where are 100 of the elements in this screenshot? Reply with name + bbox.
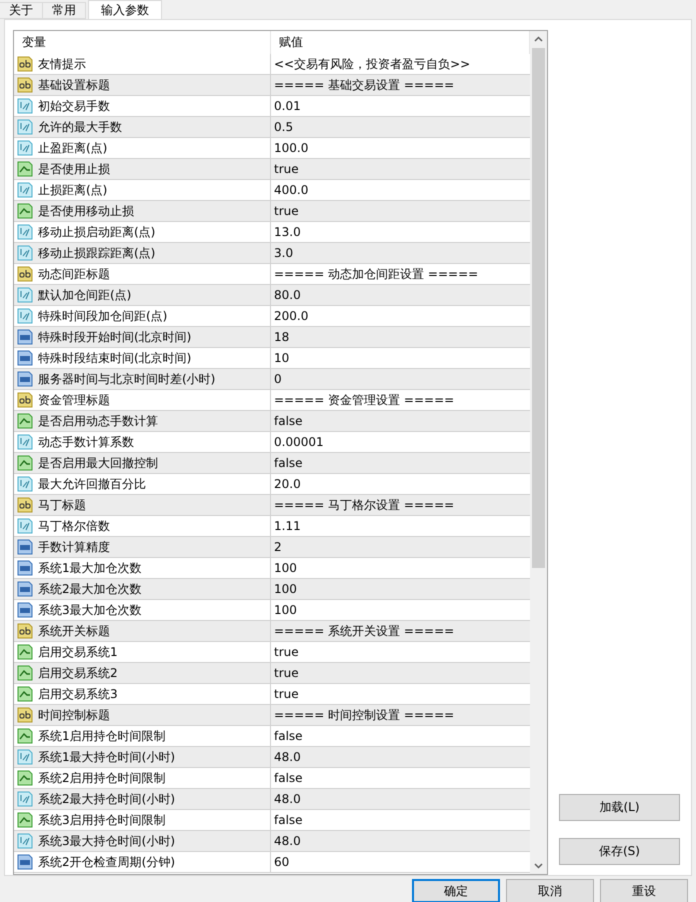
value-cell[interactable]: ===== 资金管理设置 ===== (271, 390, 530, 410)
value-cell[interactable]: 100 (271, 579, 530, 599)
table-row[interactable]: 是否使用移动止损 true (14, 201, 530, 222)
fraction-type-icon (17, 140, 33, 156)
table-row[interactable]: 默认加仓间距(点) 80.0 (14, 285, 530, 306)
table-row[interactable]: 系统3最大持仓时间(小时) 48.0 (14, 831, 530, 852)
table-row[interactable]: 基础设置标题 ===== 基础交易设置 ===== (14, 75, 530, 96)
value-cell[interactable]: 18 (271, 327, 530, 347)
value-cell[interactable]: 48.0 (271, 789, 530, 809)
value-cell[interactable]: false (271, 810, 530, 830)
scrollbar[interactable] (530, 31, 547, 874)
table-row[interactable]: 移动止损跟踪距离(点) 3.0 (14, 243, 530, 264)
value-cell[interactable]: 100 (271, 558, 530, 578)
table-row[interactable]: 动态手数计算系数 0.00001 (14, 432, 530, 453)
table-row[interactable]: 马丁格尔倍数 1.11 (14, 516, 530, 537)
table-row[interactable]: 系统2启用持仓时间限制 false (14, 768, 530, 789)
table-row[interactable]: 时间控制标题 ===== 时间控制设置 ===== (14, 705, 530, 726)
value-cell[interactable]: false (271, 726, 530, 746)
table-row[interactable]: 系统2最大加仓次数 100 (14, 579, 530, 600)
value-cell[interactable]: false (271, 453, 530, 473)
value-cell[interactable]: 0.00001 (271, 432, 530, 452)
table-row[interactable]: 允许的最大手数 0.5 (14, 117, 530, 138)
fraction-type-icon (17, 98, 33, 114)
value-cell[interactable]: ===== 动态加仓间距设置 ===== (271, 264, 530, 284)
toggle-type-icon (17, 812, 33, 828)
table-row[interactable]: 系统2最大持仓时间(小时) 48.0 (14, 789, 530, 810)
table-row[interactable]: 移动止损启动距离(点) 13.0 (14, 222, 530, 243)
variable-name: 移动止损跟踪距离(点) (38, 244, 156, 262)
value-cell[interactable]: 0.5 (271, 117, 530, 137)
value-cell[interactable]: 10 (271, 348, 530, 368)
value-cell[interactable]: <<交易有风险，投资者盈亏自负>> (271, 54, 530, 74)
value-cell[interactable]: 0.01 (271, 96, 530, 116)
value-cell[interactable]: true (271, 663, 530, 683)
table-row[interactable]: 系统1启用持仓时间限制 false (14, 726, 530, 747)
table-row[interactable]: 是否启用动态手数计算 false (14, 411, 530, 432)
table-row[interactable]: 服务器时间与北京时间时差(小时) 0 (14, 369, 530, 390)
table-row[interactable]: 启用交易系统2 true (14, 663, 530, 684)
dialog-button[interactable]: 确定 (412, 879, 500, 902)
value-cell[interactable]: 1.11 (271, 516, 530, 536)
tab[interactable]: 常用 (42, 2, 86, 19)
variable-name: 动态间距标题 (38, 266, 110, 282)
value-cell[interactable]: 80.0 (271, 285, 530, 305)
table-row[interactable]: 启用交易系统1 true (14, 642, 530, 663)
value-cell[interactable]: ===== 系统开关设置 ===== (271, 621, 530, 641)
value-cell[interactable]: 20.0 (271, 474, 530, 494)
value-cell[interactable]: true (271, 201, 530, 221)
value-cell[interactable]: 0 (271, 369, 530, 389)
value-cell[interactable]: false (271, 768, 530, 788)
side-button[interactable]: 保存(S) (559, 838, 680, 865)
table-row[interactable]: 系统2开仓检查周期(分钟) 60 (14, 852, 530, 873)
table-row[interactable]: 手数计算精度 2 (14, 537, 530, 558)
value-cell[interactable]: 48.0 (271, 831, 530, 851)
value-cell[interactable]: 200.0 (271, 306, 530, 326)
table-row[interactable]: 初始交易手数 0.01 (14, 96, 530, 117)
variable-name: 系统3启用持仓时间限制 (38, 812, 166, 828)
value-cell[interactable]: 2 (271, 537, 530, 557)
value-cell[interactable]: 100.0 (271, 138, 530, 158)
table-row[interactable]: 资金管理标题 ===== 资金管理设置 ===== (14, 390, 530, 411)
value-cell[interactable]: 13.0 (271, 222, 530, 242)
dialog-button[interactable]: 取消 (506, 879, 594, 902)
value-cell[interactable]: 48.0 (271, 747, 530, 767)
value-cell[interactable]: 400.0 (271, 180, 530, 200)
table-row[interactable]: 是否使用止损 true (14, 159, 530, 180)
scroll-thumb[interactable] (532, 48, 545, 568)
table-row[interactable]: 特殊时段开始时间(北京时间) 18 (14, 327, 530, 348)
toggle-type-icon (17, 413, 33, 429)
value-cell[interactable]: ===== 时间控制设置 ===== (271, 705, 530, 725)
value-cell[interactable]: false (271, 411, 530, 431)
table-row[interactable]: 系统3最大加仓次数 100 (14, 600, 530, 621)
table-row[interactable]: 系统开关标题 ===== 系统开关设置 ===== (14, 621, 530, 642)
value-cell[interactable]: ===== 基础交易设置 ===== (271, 75, 530, 95)
table-row[interactable]: 止损距离(点) 400.0 (14, 180, 530, 201)
value-cell[interactable]: true (271, 684, 530, 704)
table-row[interactable]: 系统1最大持仓时间(小时) 48.0 (14, 747, 530, 768)
value-cell[interactable]: true (271, 159, 530, 179)
tab[interactable]: 关于 (0, 2, 43, 19)
value-cell[interactable]: true (271, 642, 530, 662)
value-cell[interactable]: 60 (271, 852, 530, 872)
table-row[interactable]: 最大允许回撤百分比 20.0 (14, 474, 530, 495)
table-row[interactable]: 是否启用最大回撤控制 false (14, 453, 530, 474)
fraction-type-icon (17, 518, 33, 534)
table-row[interactable]: 马丁标题 ===== 马丁格尔设置 ===== (14, 495, 530, 516)
variable-name: 是否使用移动止损 (38, 202, 134, 220)
dialog-button[interactable]: 重设 (600, 879, 688, 902)
table-row[interactable]: 特殊时间段加仓间距(点) 200.0 (14, 306, 530, 327)
table-row[interactable]: 系统1最大加仓次数 100 (14, 558, 530, 579)
table-row[interactable]: 止盈距离(点) 100.0 (14, 138, 530, 159)
table-row[interactable]: 系统3启用持仓时间限制 false (14, 810, 530, 831)
table-row[interactable]: 友情提示 <<交易有风险，投资者盈亏自负>> (14, 54, 530, 75)
variable-name: 系统3最大持仓时间(小时) (38, 832, 175, 850)
tab[interactable]: 输入参数 (88, 0, 162, 19)
table-row[interactable]: 启用交易系统3 true (14, 684, 530, 705)
text-type-icon (17, 266, 33, 282)
table-row[interactable]: 动态间距标题 ===== 动态加仓间距设置 ===== (14, 264, 530, 285)
value-cell[interactable]: ===== 马丁格尔设置 ===== (271, 495, 530, 515)
side-button[interactable]: 加载(L) (559, 794, 680, 821)
table-row[interactable]: 特殊时段结束时间(北京时间) 10 (14, 348, 530, 369)
value-cell[interactable]: 3.0 (271, 243, 530, 263)
toggle-type-icon (17, 665, 33, 681)
value-cell[interactable]: 100 (271, 600, 530, 620)
